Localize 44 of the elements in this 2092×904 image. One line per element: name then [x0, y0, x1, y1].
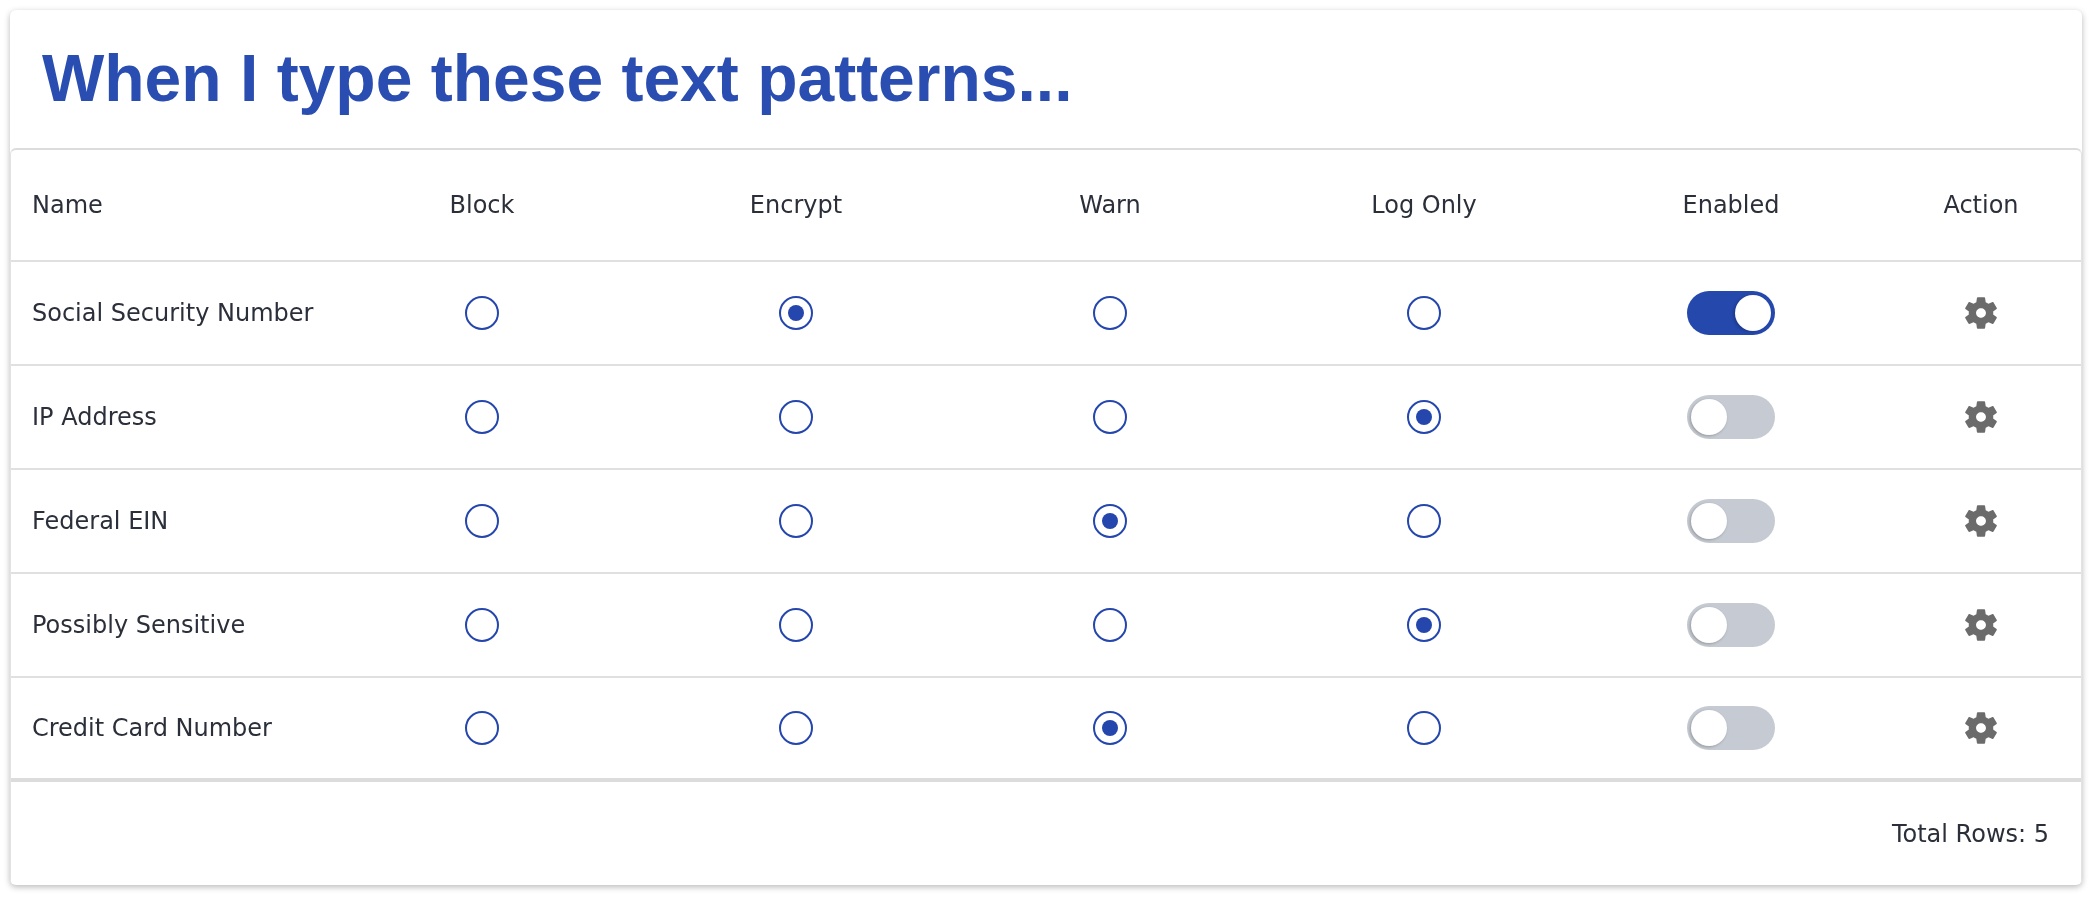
radio-button[interactable]	[1407, 711, 1441, 745]
radio-button[interactable]	[1407, 608, 1441, 642]
settings-icon[interactable]	[1965, 609, 1997, 641]
table-cell: Possibly Sensitive	[32, 611, 246, 639]
column-header: Block	[449, 191, 515, 219]
table-cell: Credit Card Number	[32, 714, 272, 742]
radio-button[interactable]	[779, 400, 813, 434]
radio-button[interactable]	[465, 296, 499, 330]
page-title: When I type these text patterns...	[42, 41, 1073, 117]
row-count: Total Rows: 5	[1891, 819, 2049, 848]
toggle-switch[interactable]	[1687, 706, 1775, 750]
radio-button[interactable]	[779, 504, 813, 538]
radio-button[interactable]	[1093, 400, 1127, 434]
radio-button[interactable]	[1093, 608, 1127, 642]
column-header: Encrypt	[749, 191, 843, 219]
radio-button[interactable]	[465, 608, 499, 642]
radio-button[interactable]	[1093, 296, 1127, 330]
radio-button[interactable]	[779, 711, 813, 745]
radio-button[interactable]	[1407, 400, 1441, 434]
column-header: Name	[32, 191, 103, 219]
settings-icon[interactable]	[1965, 401, 1997, 433]
table-cell: IP Address	[32, 403, 157, 431]
column-header: Enabled	[1682, 191, 1780, 219]
radio-button[interactable]	[465, 711, 499, 745]
column-header: Log Only	[1371, 191, 1477, 219]
toggle-switch[interactable]	[1687, 291, 1775, 335]
radio-button[interactable]	[465, 400, 499, 434]
radio-button[interactable]	[779, 608, 813, 642]
toggle-switch[interactable]	[1687, 499, 1775, 543]
toggle-switch[interactable]	[1687, 395, 1775, 439]
table-cell: Social Security Number	[32, 299, 314, 327]
settings-icon[interactable]	[1965, 505, 1997, 537]
column-header: Warn	[1079, 191, 1141, 219]
radio-button[interactable]	[465, 504, 499, 538]
radio-button[interactable]	[1407, 296, 1441, 330]
radio-button[interactable]	[1407, 504, 1441, 538]
radio-button[interactable]	[1093, 504, 1127, 538]
settings-icon[interactable]	[1965, 712, 1997, 744]
column-header: Action	[1943, 191, 2019, 219]
radio-button[interactable]	[1093, 711, 1127, 745]
toggle-switch[interactable]	[1687, 603, 1775, 647]
radio-button[interactable]	[779, 296, 813, 330]
table-cell: Federal EIN	[32, 507, 169, 535]
settings-icon[interactable]	[1965, 297, 1997, 329]
